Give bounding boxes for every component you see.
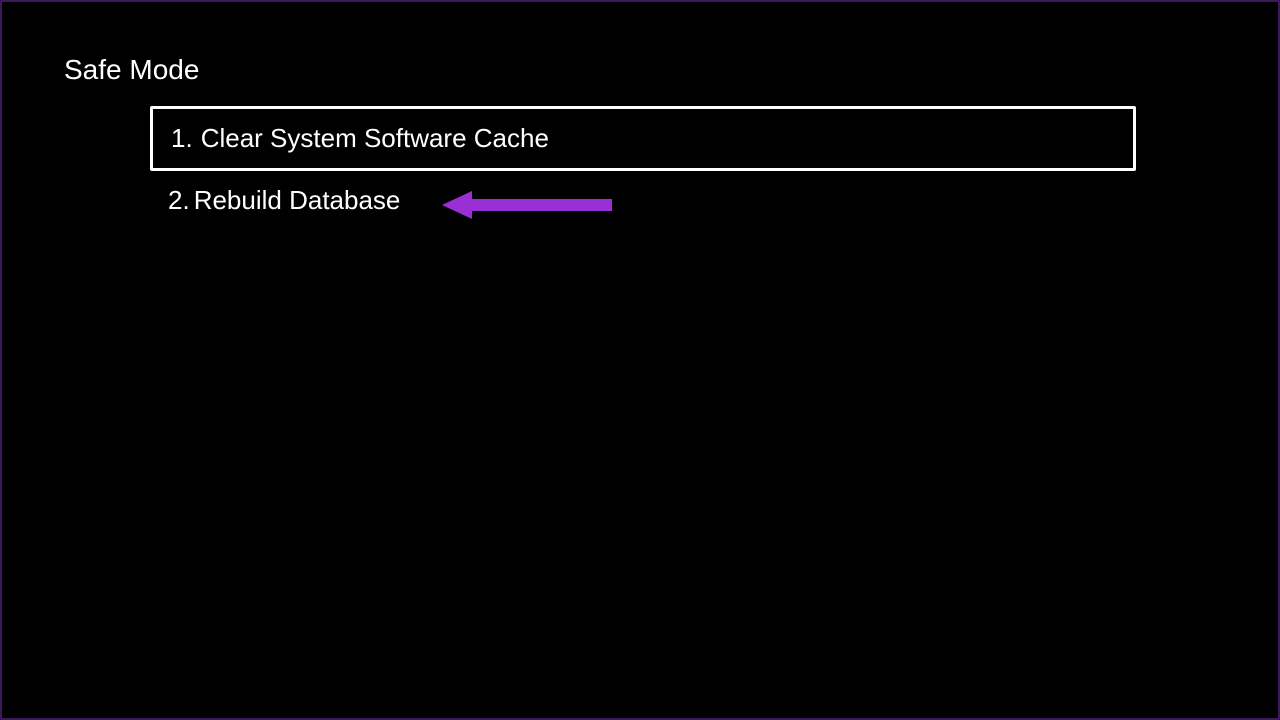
annotation-arrow-icon [442, 187, 612, 223]
menu-item-label: Rebuild Database [194, 185, 401, 216]
menu-item-number: 1. [171, 123, 193, 154]
menu-item-rebuild-database[interactable]: 2. Rebuild Database [150, 171, 1136, 230]
menu-item-clear-cache[interactable]: 1. Clear System Software Cache [150, 106, 1136, 171]
menu-item-number: 2. [168, 185, 190, 216]
menu-item-label: Clear System Software Cache [201, 123, 549, 154]
page-title: Safe Mode [64, 54, 199, 86]
safe-mode-menu: 1. Clear System Software Cache 2. Rebuil… [150, 106, 1136, 230]
